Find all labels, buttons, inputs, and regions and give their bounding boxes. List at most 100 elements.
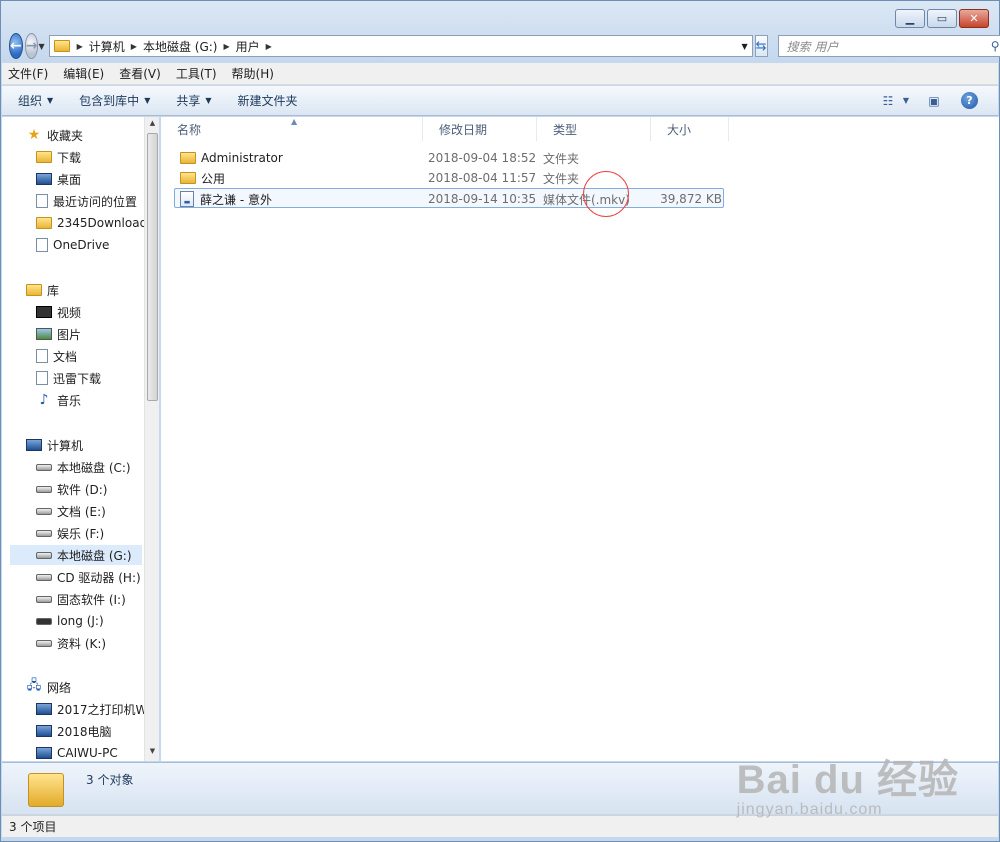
nav-item-network-pc-2[interactable]: 2018电脑: [36, 721, 112, 741]
nav-libraries[interactable]: 库: [26, 280, 59, 300]
include-library-button[interactable]: 包含到库中 ▼: [79, 92, 150, 109]
nav-item-drive-d[interactable]: 软件 (D:): [36, 479, 107, 499]
nav-item-videos[interactable]: 视频: [36, 302, 81, 322]
column-header-date[interactable]: 修改日期: [423, 117, 537, 141]
nav-network[interactable]: 🖧 网络: [26, 677, 71, 697]
nav-label: 收藏夹: [47, 128, 84, 143]
nav-item-recent[interactable]: 最近访问的位置: [36, 191, 137, 211]
nav-item-drive-g[interactable]: 本地磁盘 (G:): [10, 545, 142, 565]
nav-item-pictures[interactable]: 图片: [36, 324, 81, 344]
folder-icon: [180, 172, 196, 184]
nav-label: 2345Download: [57, 216, 148, 230]
nav-item-network-pc-1[interactable]: 2017之打印机W: [36, 699, 147, 719]
nav-label: 软件 (D:): [57, 482, 108, 497]
nav-item-desktop[interactable]: 桌面: [36, 169, 81, 189]
scroll-thumb[interactable]: [147, 133, 158, 401]
nav-item-drive-f[interactable]: 娱乐 (F:): [36, 523, 104, 543]
menu-help[interactable]: 帮助(H): [232, 65, 274, 82]
breadcrumb-users[interactable]: 用户: [236, 38, 260, 55]
drive-icon: [36, 551, 52, 559]
nav-item-downloads[interactable]: 下载: [36, 147, 81, 167]
help-icon[interactable]: ?: [961, 92, 978, 109]
file-row[interactable]: 公用 2018-08-04 11:57 文件夹: [174, 168, 724, 188]
nav-item-onedrive[interactable]: OneDrive: [36, 235, 109, 255]
nav-label: 本地磁盘 (C:): [57, 460, 131, 475]
forward-button[interactable]: →: [24, 33, 39, 59]
nav-item-xunlei[interactable]: 迅雷下载: [36, 368, 101, 388]
menu-edit[interactable]: 编辑(E): [63, 65, 104, 82]
nav-item-music[interactable]: ♪ 音乐: [36, 390, 81, 410]
nav-item-drive-k[interactable]: 资料 (K:): [36, 633, 106, 653]
nav-item-documents[interactable]: 文档: [36, 346, 77, 366]
nav-item-drive-h[interactable]: CD 驱动器 (H:) E: [36, 567, 152, 587]
chevron-right-icon[interactable]: ▶: [131, 42, 137, 51]
file-row-selected[interactable]: ▬ 薛之谦 - 意外 2018-09-14 10:35 媒体文件(.mkv) 39…: [174, 188, 724, 208]
cd-drive-icon: [36, 573, 52, 581]
close-button[interactable]: ✕: [959, 9, 989, 28]
column-header-type[interactable]: 类型: [537, 117, 651, 141]
recent-pages-dropdown[interactable]: ▼: [38, 42, 44, 51]
chevron-right-icon[interactable]: ▶: [266, 42, 272, 51]
address-row: ← → ▼ ▶ 计算机 ▶ 本地磁盘 (G:) ▶ 用户 ▶ ▼ ⇆ 搜索 用户…: [9, 33, 1000, 59]
folder-icon: [180, 152, 196, 164]
nav-label: long (J:): [57, 614, 104, 628]
chevron-right-icon[interactable]: ▶: [223, 42, 229, 51]
nav-item-drive-j[interactable]: long (J:): [36, 611, 104, 631]
nav-label: 下载: [57, 150, 82, 165]
explorer-window: ▁ ▭ ✕ ← → ▼ ▶ 计算机 ▶ 本地磁盘 (G:) ▶ 用户 ▶ ▼ ⇆…: [0, 0, 1000, 842]
nav-scrollbar[interactable]: ▲ ▼: [144, 117, 159, 761]
back-button[interactable]: ←: [9, 33, 23, 59]
baidu-watermark: Bai du 经验 jingyan.baidu.com: [737, 747, 959, 819]
menu-view[interactable]: 查看(V): [119, 65, 161, 82]
organize-button[interactable]: 组织 ▼: [18, 92, 53, 109]
address-bar[interactable]: ▶ 计算机 ▶ 本地磁盘 (G:) ▶ 用户 ▶ ▼: [48, 35, 753, 57]
object-count: 3 个对象: [86, 773, 134, 787]
search-placeholder: 搜索 用户: [786, 39, 839, 54]
picture-icon: [36, 328, 52, 340]
column-header-size[interactable]: 大小: [651, 117, 729, 141]
search-icon[interactable]: ⚲: [991, 39, 1000, 53]
nav-item-2345download[interactable]: 2345Download: [36, 213, 147, 233]
nav-label: 迅雷下载: [53, 371, 102, 386]
file-row[interactable]: Administrator 2018-09-04 18:52 文件夹: [174, 148, 724, 168]
nav-label: 资料 (K:): [57, 636, 107, 651]
recent-places-icon: [36, 194, 48, 208]
scroll-down-icon[interactable]: ▼: [145, 747, 160, 761]
file-list: ▲ 名称 修改日期 类型 大小 Administrator 2018-09-04…: [161, 117, 999, 761]
nav-label: 音乐: [57, 393, 82, 408]
maximize-button[interactable]: ▭: [927, 9, 957, 28]
command-bar: 组织 ▼ 包含到库中 ▼ 共享 ▼ 新建文件夹 ☷ ▼ ▣ ?: [2, 86, 998, 116]
nav-label: 固态软件 (I:): [57, 592, 126, 607]
address-dropdown[interactable]: ▼: [738, 42, 752, 51]
nav-label: 视频: [57, 305, 82, 320]
nav-label: CAIWU-PC: [57, 746, 118, 760]
nav-label: 2017之打印机W: [57, 702, 148, 717]
status-item-count: 3 个项目: [9, 820, 57, 834]
nav-label: 网络: [47, 680, 72, 695]
menu-tools[interactable]: 工具(T): [176, 65, 217, 82]
nav-item-drive-e[interactable]: 文档 (E:): [36, 501, 106, 521]
share-label: 共享: [176, 94, 201, 108]
new-folder-button[interactable]: 新建文件夹: [238, 92, 298, 109]
menu-file[interactable]: 文件(F): [8, 65, 48, 82]
nav-item-network-pc-3[interactable]: CAIWU-PC: [36, 743, 118, 761]
share-button[interactable]: 共享 ▼: [176, 92, 211, 109]
nav-favorites[interactable]: ★ 收藏夹: [26, 125, 83, 145]
nav-item-drive-i[interactable]: 固态软件 (I:): [36, 589, 126, 609]
system-drive-icon: [36, 463, 52, 471]
nav-computer[interactable]: 计算机: [26, 435, 83, 455]
chevron-right-icon[interactable]: ▶: [77, 42, 83, 51]
view-options-icon[interactable]: ☷: [877, 92, 899, 110]
nav-item-drive-c[interactable]: 本地磁盘 (C:): [36, 457, 131, 477]
search-input[interactable]: 搜索 用户 ⚲: [777, 35, 1000, 57]
chevron-down-icon: ▼: [47, 96, 54, 105]
scroll-up-icon[interactable]: ▲: [145, 119, 160, 133]
preview-pane-icon[interactable]: ▣: [923, 92, 945, 110]
breadcrumb-drive-g[interactable]: 本地磁盘 (G:): [143, 38, 218, 55]
view-dropdown-icon[interactable]: ▼: [901, 92, 911, 110]
minimize-button[interactable]: ▁: [895, 9, 925, 28]
breadcrumb-computer[interactable]: 计算机: [89, 38, 125, 55]
column-header-name[interactable]: 名称: [161, 117, 423, 141]
menu-bar: 文件(F) 编辑(E) 查看(V) 工具(T) 帮助(H): [2, 63, 998, 85]
refresh-button[interactable]: ⇆: [754, 35, 768, 57]
